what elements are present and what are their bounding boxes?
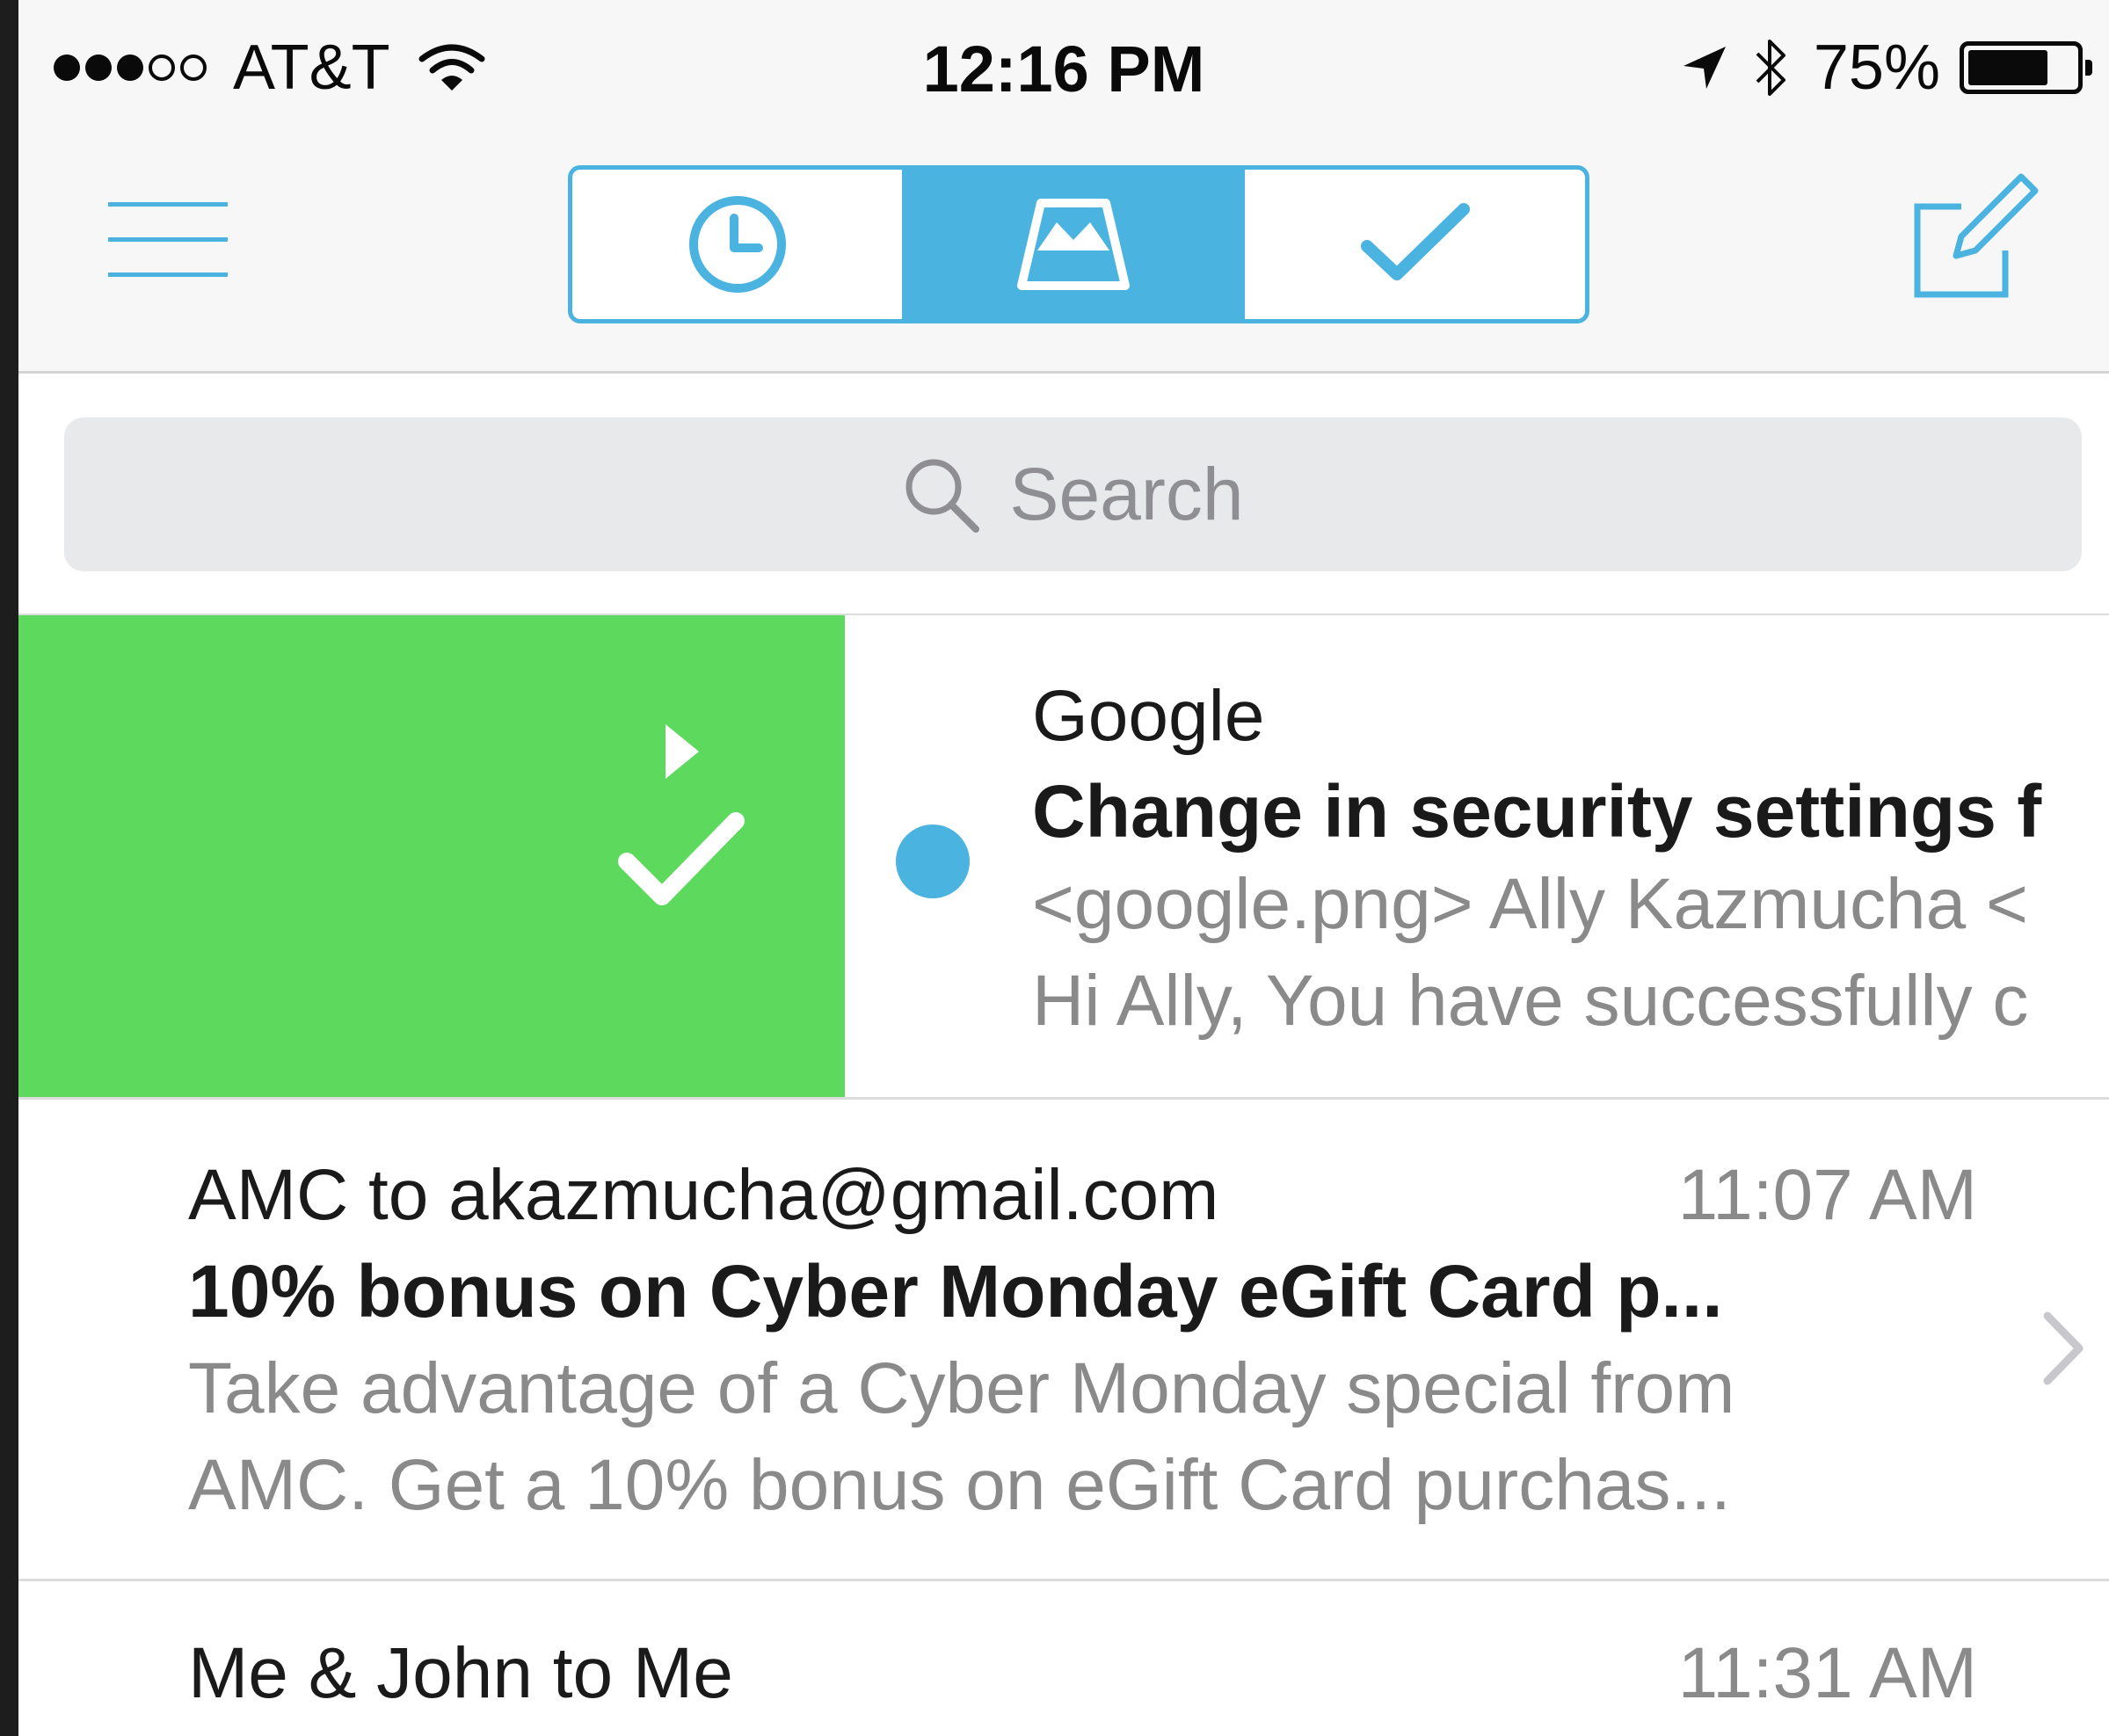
status-right: 75%: [1680, 32, 2092, 104]
search-icon: [905, 459, 980, 533]
chevron-right-icon: [2043, 1311, 2084, 1385]
battery-icon: [1960, 41, 2092, 94]
compose-button[interactable]: [1909, 171, 2040, 303]
email-sender: Google: [1032, 676, 1265, 756]
email-sender: Me & John to Me: [188, 1633, 733, 1713]
tab-inbox[interactable]: [902, 170, 1245, 319]
email-subject: Change in security settings f: [1032, 770, 2042, 853]
email-subject: 10% bonus on Cyber Monday eGift Card p..…: [188, 1250, 1723, 1333]
mailbox-segmented-control: [568, 165, 1589, 323]
email-row[interactable]: AMC to akazmucha@gmail.com 11:07 AM 10% …: [18, 1100, 2109, 1579]
checkmark-icon: [618, 812, 745, 905]
email-preview: <google.png> Ally Kazmucha <: [1032, 864, 2028, 944]
battery-nub: [2085, 60, 2092, 76]
email-time: 11:07 AM: [1677, 1155, 1977, 1235]
unread-dot: [896, 824, 970, 898]
clock-icon: [688, 196, 786, 293]
battery-percentage: 75%: [1813, 33, 1940, 103]
email-sender: AMC to akazmucha@gmail.com: [188, 1155, 1219, 1235]
location-arrow-icon: [1683, 47, 1726, 89]
top-bar: AT&T 12:16 PM 75%: [18, 0, 2109, 374]
mail-screen: AT&T 12:16 PM 75% Search Google Change i…: [18, 0, 2109, 1736]
bluetooth-icon: [1756, 40, 1785, 96]
hamburger-icon-line: [108, 272, 228, 277]
tab-done[interactable]: [1245, 170, 1585, 319]
play-arrow-icon: [665, 724, 699, 779]
battery-fill: [1968, 50, 2047, 85]
hamburger-menu-button[interactable]: [108, 202, 228, 281]
email-preview: Hi Ally, You have successfully c: [1032, 961, 2029, 1041]
swipe-archive-action[interactable]: [18, 615, 845, 1097]
email-time: 11:31 AM: [1677, 1633, 1977, 1713]
email-row-swiped: Google Change in security settings f <go…: [18, 615, 2109, 1097]
compose-icon: [1914, 173, 2039, 298]
checkmark-icon: [1360, 203, 1470, 280]
search-field[interactable]: Search: [64, 418, 2082, 571]
hamburger-icon-line: [108, 202, 228, 207]
email-row[interactable]: Me & John to Me 11:31 AM: [18, 1581, 2109, 1736]
inbox-tray-icon: [1017, 199, 1130, 290]
email-preview: AMC. Get a 10% bonus on eGift Card purch…: [188, 1445, 1731, 1525]
email-row[interactable]: Google Change in security settings f <go…: [845, 615, 2109, 1097]
tab-later[interactable]: [572, 170, 902, 319]
hamburger-icon-line: [108, 237, 228, 242]
status-bar: AT&T 12:16 PM 75%: [18, 0, 2109, 141]
email-preview: Take advantage of a Cyber Monday special…: [188, 1348, 1735, 1428]
search-placeholder: Search: [1009, 453, 1244, 535]
